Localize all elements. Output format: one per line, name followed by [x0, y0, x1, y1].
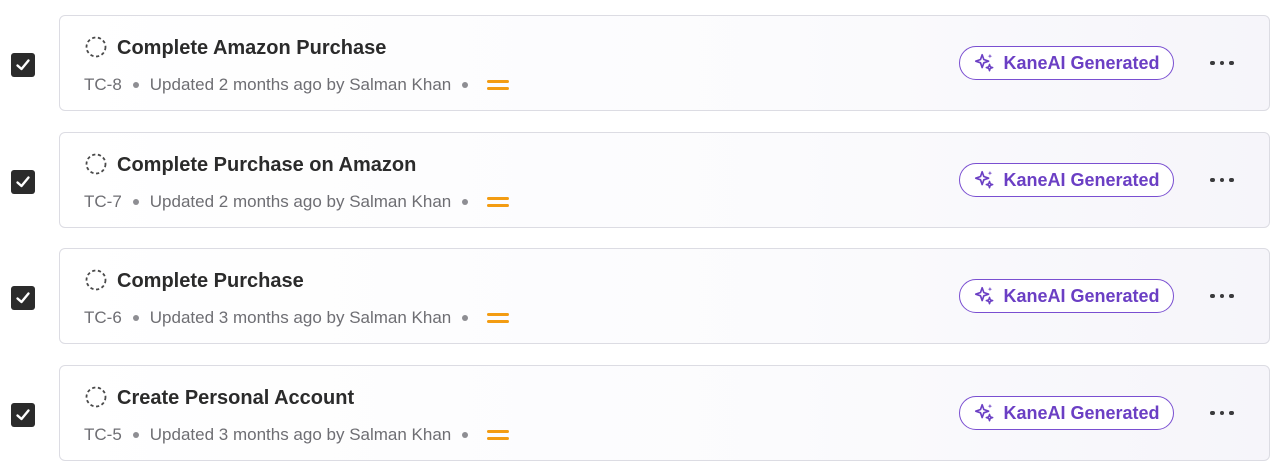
- more-options-icon[interactable]: [1205, 51, 1239, 75]
- test-case-meta: TC-8 Updated 2 months ago by Salman Khan: [84, 74, 510, 96]
- separator-dot: [462, 199, 469, 205]
- kaneai-generated-badge[interactable]: KaneAI Generated: [959, 46, 1174, 80]
- test-case-row: Complete Purchase on Amazon TC-7 Updated…: [0, 132, 1285, 230]
- test-case-title[interactable]: Complete Purchase on Amazon: [117, 152, 416, 178]
- kaneai-generated-badge[interactable]: KaneAI Generated: [959, 163, 1174, 197]
- test-case-id: TC-6: [84, 308, 122, 327]
- test-case-row: Complete Purchase TC-6 Updated 3 months …: [0, 248, 1285, 346]
- separator-dot: [132, 432, 139, 438]
- test-case-card[interactable]: Complete Purchase TC-6 Updated 3 months …: [59, 248, 1270, 344]
- dashed-circle-icon: [85, 269, 107, 291]
- separator-dot: [132, 82, 139, 88]
- badge-label: KaneAI Generated: [1003, 285, 1160, 306]
- test-case-row: Complete Amazon Purchase TC-8 Updated 2 …: [0, 15, 1285, 113]
- test-case-meta: TC-7 Updated 2 months ago by Salman Khan: [84, 191, 510, 213]
- separator-dot: [462, 432, 469, 438]
- test-case-title[interactable]: Complete Amazon Purchase: [117, 35, 386, 61]
- test-case-title[interactable]: Create Personal Account: [117, 385, 354, 411]
- badge-label: KaneAI Generated: [1003, 52, 1160, 73]
- equals-priority-icon: [487, 312, 510, 324]
- kaneai-generated-badge[interactable]: KaneAI Generated: [959, 396, 1174, 430]
- checkmark-icon: [16, 176, 30, 188]
- dashed-circle-icon: [85, 153, 107, 175]
- updated-text: Updated 3 months ago by Salman Khan: [149, 308, 452, 327]
- equals-priority-icon: [487, 429, 510, 441]
- test-case-card[interactable]: Create Personal Account TC-5 Updated 3 m…: [59, 365, 1270, 461]
- updated-text: Updated 2 months ago by Salman Khan: [149, 75, 452, 94]
- separator-dot: [132, 199, 139, 205]
- test-case-list: Complete Amazon Purchase TC-8 Updated 2 …: [0, 0, 1285, 468]
- test-case-id: TC-8: [84, 75, 122, 94]
- test-case-row: Create Personal Account TC-5 Updated 3 m…: [0, 365, 1285, 463]
- kaneai-generated-badge[interactable]: KaneAI Generated: [959, 279, 1174, 313]
- separator-dot: [462, 82, 469, 88]
- more-options-icon[interactable]: [1205, 168, 1239, 192]
- row-checkbox[interactable]: [11, 53, 35, 77]
- row-checkbox[interactable]: [11, 403, 35, 427]
- sparkle-icon: [975, 53, 994, 72]
- sparkle-icon: [975, 403, 994, 422]
- test-case-card[interactable]: Complete Amazon Purchase TC-8 Updated 2 …: [59, 15, 1270, 111]
- equals-priority-icon: [487, 196, 510, 208]
- badge-label: KaneAI Generated: [1003, 402, 1160, 423]
- row-checkbox[interactable]: [11, 170, 35, 194]
- more-options-icon[interactable]: [1205, 401, 1239, 425]
- separator-dot: [132, 315, 139, 321]
- checkmark-icon: [16, 292, 30, 304]
- test-case-card[interactable]: Complete Purchase on Amazon TC-7 Updated…: [59, 132, 1270, 228]
- row-checkbox[interactable]: [11, 286, 35, 310]
- updated-text: Updated 2 months ago by Salman Khan: [149, 192, 452, 211]
- sparkle-icon: [975, 286, 994, 305]
- separator-dot: [462, 315, 469, 321]
- test-case-title[interactable]: Complete Purchase: [117, 268, 304, 294]
- test-case-id: TC-7: [84, 192, 122, 211]
- checkmark-icon: [16, 409, 30, 421]
- updated-text: Updated 3 months ago by Salman Khan: [149, 425, 452, 444]
- test-case-meta: TC-6 Updated 3 months ago by Salman Khan: [84, 307, 510, 329]
- dashed-circle-icon: [85, 386, 107, 408]
- dashed-circle-icon: [85, 36, 107, 58]
- more-options-icon[interactable]: [1205, 284, 1239, 308]
- equals-priority-icon: [487, 79, 510, 91]
- test-case-id: TC-5: [84, 425, 122, 444]
- badge-label: KaneAI Generated: [1003, 169, 1160, 190]
- sparkle-icon: [975, 170, 994, 189]
- test-case-meta: TC-5 Updated 3 months ago by Salman Khan: [84, 424, 510, 446]
- checkmark-icon: [16, 59, 30, 71]
